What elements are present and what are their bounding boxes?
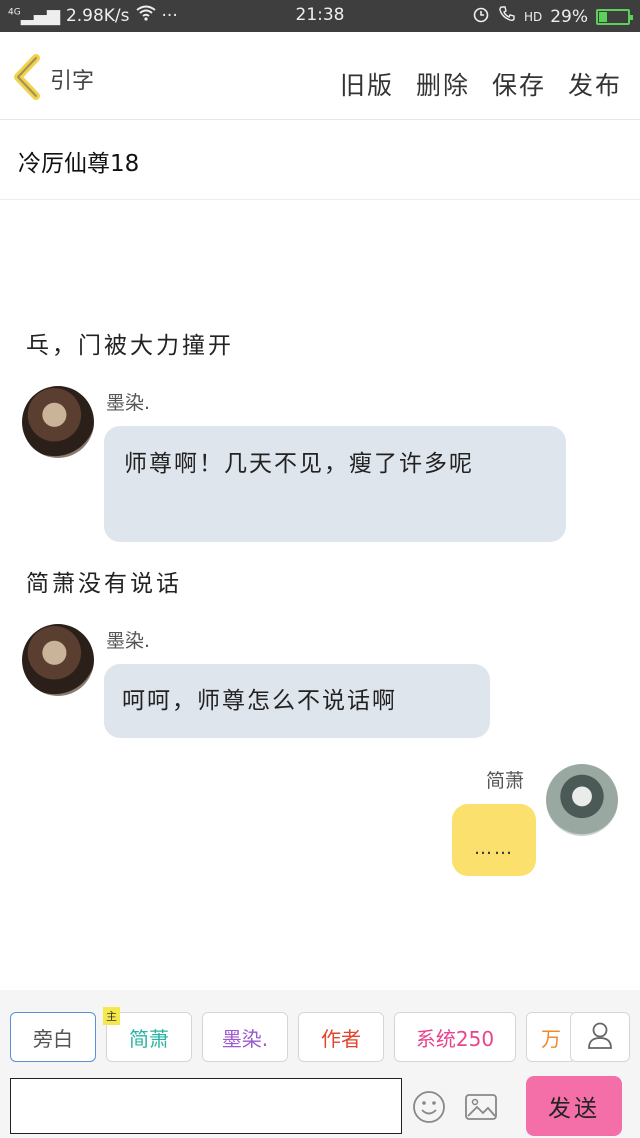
message-bubble-2[interactable]: 呵呵，师尊怎么不说话啊 [104, 664, 490, 738]
character-label: 旁白 [33, 1026, 73, 1051]
user-icon [587, 1021, 613, 1053]
narration-1[interactable]: 乓，门被大力撞开 [26, 326, 234, 360]
battery-icon [596, 8, 633, 25]
send-button[interactable]: 发送 [526, 1076, 622, 1136]
character-label: 简萧 [129, 1026, 169, 1051]
character-label: 万 [541, 1026, 561, 1051]
character-author[interactable]: 作者 [298, 1012, 384, 1062]
character-moran[interactable]: 墨染. [202, 1012, 288, 1062]
header: 引字 旧版 删除 保存 发布 [0, 32, 640, 120]
old-version-button[interactable]: 旧版 [340, 66, 394, 102]
character-wan[interactable]: 万 [526, 1012, 576, 1062]
hd-badge: HD [523, 9, 543, 24]
back-button[interactable]: 引字 [12, 54, 94, 104]
message-bubble-1[interactable]: 师尊啊！几天不见，瘦了许多呢 [104, 426, 566, 542]
status-right: HD 29% [472, 5, 633, 28]
image-icon[interactable] [464, 1090, 498, 1124]
publish-button[interactable]: 发布 [568, 66, 622, 102]
character-label: 墨染. [221, 1026, 269, 1051]
message-bubble-3[interactable]: …… [452, 804, 536, 876]
save-button[interactable]: 保存 [492, 66, 546, 102]
character-system250[interactable]: 系统250 [394, 1012, 516, 1062]
back-label: 引字 [50, 69, 95, 94]
title-row[interactable]: 冷厉仙尊18 [0, 120, 640, 200]
input-bar: 发送 [0, 1068, 640, 1138]
emoji-icon[interactable] [412, 1090, 446, 1124]
narration-2[interactable]: 简萧没有说话 [26, 564, 182, 598]
delete-button[interactable]: 删除 [416, 66, 470, 102]
avatar-moran-2[interactable] [22, 624, 94, 696]
character-label: 系统250 [415, 1026, 495, 1051]
message-input[interactable] [10, 1078, 402, 1134]
character-label: 作者 [321, 1026, 361, 1051]
character-narrator[interactable]: 旁白 [10, 1012, 96, 1062]
avatar-jianxiao[interactable] [546, 764, 618, 836]
speaker-name-2: 墨染. [106, 630, 151, 652]
call-icon [498, 5, 516, 28]
battery-percent: 29% [550, 6, 588, 27]
avatar-moran-1[interactable] [22, 386, 94, 458]
chevron-left-icon [12, 54, 42, 104]
speaker-name-1: 墨染. [106, 392, 151, 414]
battery-fill [599, 11, 608, 22]
alarm-icon [472, 5, 490, 28]
story-title[interactable]: 冷厉仙尊18 [18, 144, 139, 178]
add-character-button[interactable] [570, 1012, 630, 1062]
status-bar: 4G▂▄▆ 2.98K/s ··· 21:38 HD 29% [0, 0, 640, 32]
character-bar: 旁白 主 简萧 墨染. 作者 系统250 万 [0, 990, 640, 1068]
speaker-name-3: 简萧 [486, 770, 525, 792]
main-character-tag: 主 [103, 1007, 120, 1025]
header-actions: 旧版 删除 保存 发布 [340, 66, 622, 102]
character-jianxiao[interactable]: 主 简萧 [103, 1007, 192, 1062]
